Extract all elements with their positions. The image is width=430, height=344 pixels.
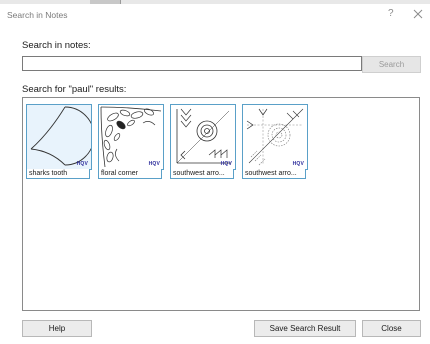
search-label: Search in notes: bbox=[22, 40, 91, 51]
search-button[interactable]: Search bbox=[362, 56, 421, 73]
search-input[interactable] bbox=[22, 56, 362, 71]
format-badge: HQV bbox=[292, 161, 304, 167]
result-name: sharks tooth bbox=[26, 169, 90, 179]
result-item[interactable]: HQV floral corner bbox=[98, 104, 164, 179]
result-name: floral corner bbox=[98, 169, 162, 179]
result-thumbnail[interactable]: HQV bbox=[98, 104, 164, 170]
results-list[interactable]: HQV sharks tooth HQV floral corner HQV s… bbox=[22, 97, 420, 311]
result-name: southwest arro... bbox=[170, 169, 234, 179]
close-icon[interactable] bbox=[410, 6, 426, 22]
result-name: southwest arro... bbox=[242, 169, 306, 179]
sharks-tooth-pattern-icon bbox=[30, 106, 91, 166]
title-bar: Search in Notes ? bbox=[0, 4, 430, 28]
southwest-arrow-pattern-2-icon bbox=[246, 108, 304, 166]
window-title: Search in Notes bbox=[7, 10, 68, 20]
floral-corner-pattern-icon bbox=[100, 106, 162, 168]
result-item[interactable]: HQV southwest arro... bbox=[242, 104, 308, 179]
result-item[interactable]: HQV southwest arro... bbox=[170, 104, 236, 179]
result-thumbnail[interactable]: HQV bbox=[170, 104, 236, 170]
help-button[interactable]: Help bbox=[22, 320, 92, 337]
result-item[interactable]: HQV sharks tooth bbox=[26, 104, 92, 179]
format-badge: HQV bbox=[76, 161, 88, 167]
format-badge: HQV bbox=[220, 161, 232, 167]
format-badge: HQV bbox=[148, 161, 160, 167]
result-thumbnail[interactable]: HQV bbox=[242, 104, 308, 170]
help-icon[interactable]: ? bbox=[388, 8, 394, 19]
results-label: Search for "paul" results: bbox=[22, 84, 127, 95]
close-button[interactable]: Close bbox=[362, 320, 421, 337]
southwest-arrow-pattern-icon bbox=[176, 108, 231, 164]
result-thumbnail[interactable]: HQV bbox=[26, 104, 92, 170]
save-search-result-button[interactable]: Save Search Result bbox=[254, 320, 356, 337]
